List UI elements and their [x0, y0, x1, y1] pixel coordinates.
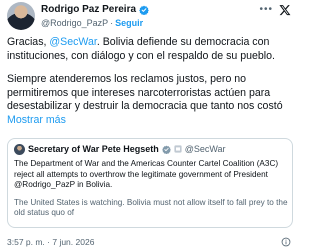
quoted-paragraph-2: The United States is watching. Bolivia m…	[14, 197, 288, 218]
government-square-icon	[174, 145, 182, 153]
tweet-paragraph-1: Gracias, @SecWar. Bolivia defiende su de…	[7, 36, 293, 63]
tweet-paragraph-2: Siempre atenderemos los reclamos justos,…	[7, 73, 293, 127]
author-name-row: Rodrigo Paz Pereira	[41, 4, 149, 16]
author-names: Rodrigo Paz Pereira @Rodrigo_PazP · Segu…	[41, 4, 149, 29]
verified-badge-icon	[139, 5, 149, 15]
tweet-text: Gracias, @SecWar. Bolivia defiende su de…	[7, 36, 293, 137]
x-logo-icon[interactable]	[279, 4, 291, 16]
tweet-text-para2: Siempre atenderemos los reclamos justos,…	[7, 73, 283, 112]
tweet-header: Rodrigo Paz Pereira @Rodrigo_PazP · Segu…	[7, 2, 293, 30]
author-display-name[interactable]: Rodrigo Paz Pereira	[41, 4, 136, 16]
info-icon[interactable]	[281, 237, 291, 247]
author-handle[interactable]: @Rodrigo_PazP	[41, 17, 108, 29]
quoted-author-avatar	[14, 143, 25, 155]
mention-link[interactable]: @SecWar	[49, 36, 96, 48]
tweet-text-prefix: Gracias,	[7, 36, 50, 48]
more-options-icon[interactable]: •••	[259, 5, 273, 15]
tweet-timestamp[interactable]: 3:57 p. m. · 7 jun. 2026	[7, 236, 94, 248]
author-handle-row: @Rodrigo_PazP · Seguir	[41, 17, 149, 29]
quoted-tweet-text: The Department of War and the Americas C…	[14, 159, 290, 226]
handle-separator: ·	[110, 18, 114, 28]
quoted-author-handle: @SecWar	[184, 144, 226, 154]
quoted-author-name: Secretary of War Pete Hegseth	[28, 144, 159, 154]
follow-button[interactable]: Seguir	[115, 17, 143, 29]
tweet-card: Rodrigo Paz Pereira @Rodrigo_PazP · Segu…	[0, 0, 300, 252]
quoted-tweet-header: Secretary of War Pete Hegseth @SecWar	[14, 143, 226, 155]
quoted-tweet[interactable]: Secretary of War Pete Hegseth @SecWar Th…	[7, 138, 293, 228]
quoted-paragraph-1: The Department of War and the Americas C…	[14, 159, 279, 189]
government-badge-icon	[161, 145, 171, 154]
author-avatar[interactable]	[7, 2, 35, 30]
show-more-link[interactable]: Mostrar más	[7, 114, 66, 126]
